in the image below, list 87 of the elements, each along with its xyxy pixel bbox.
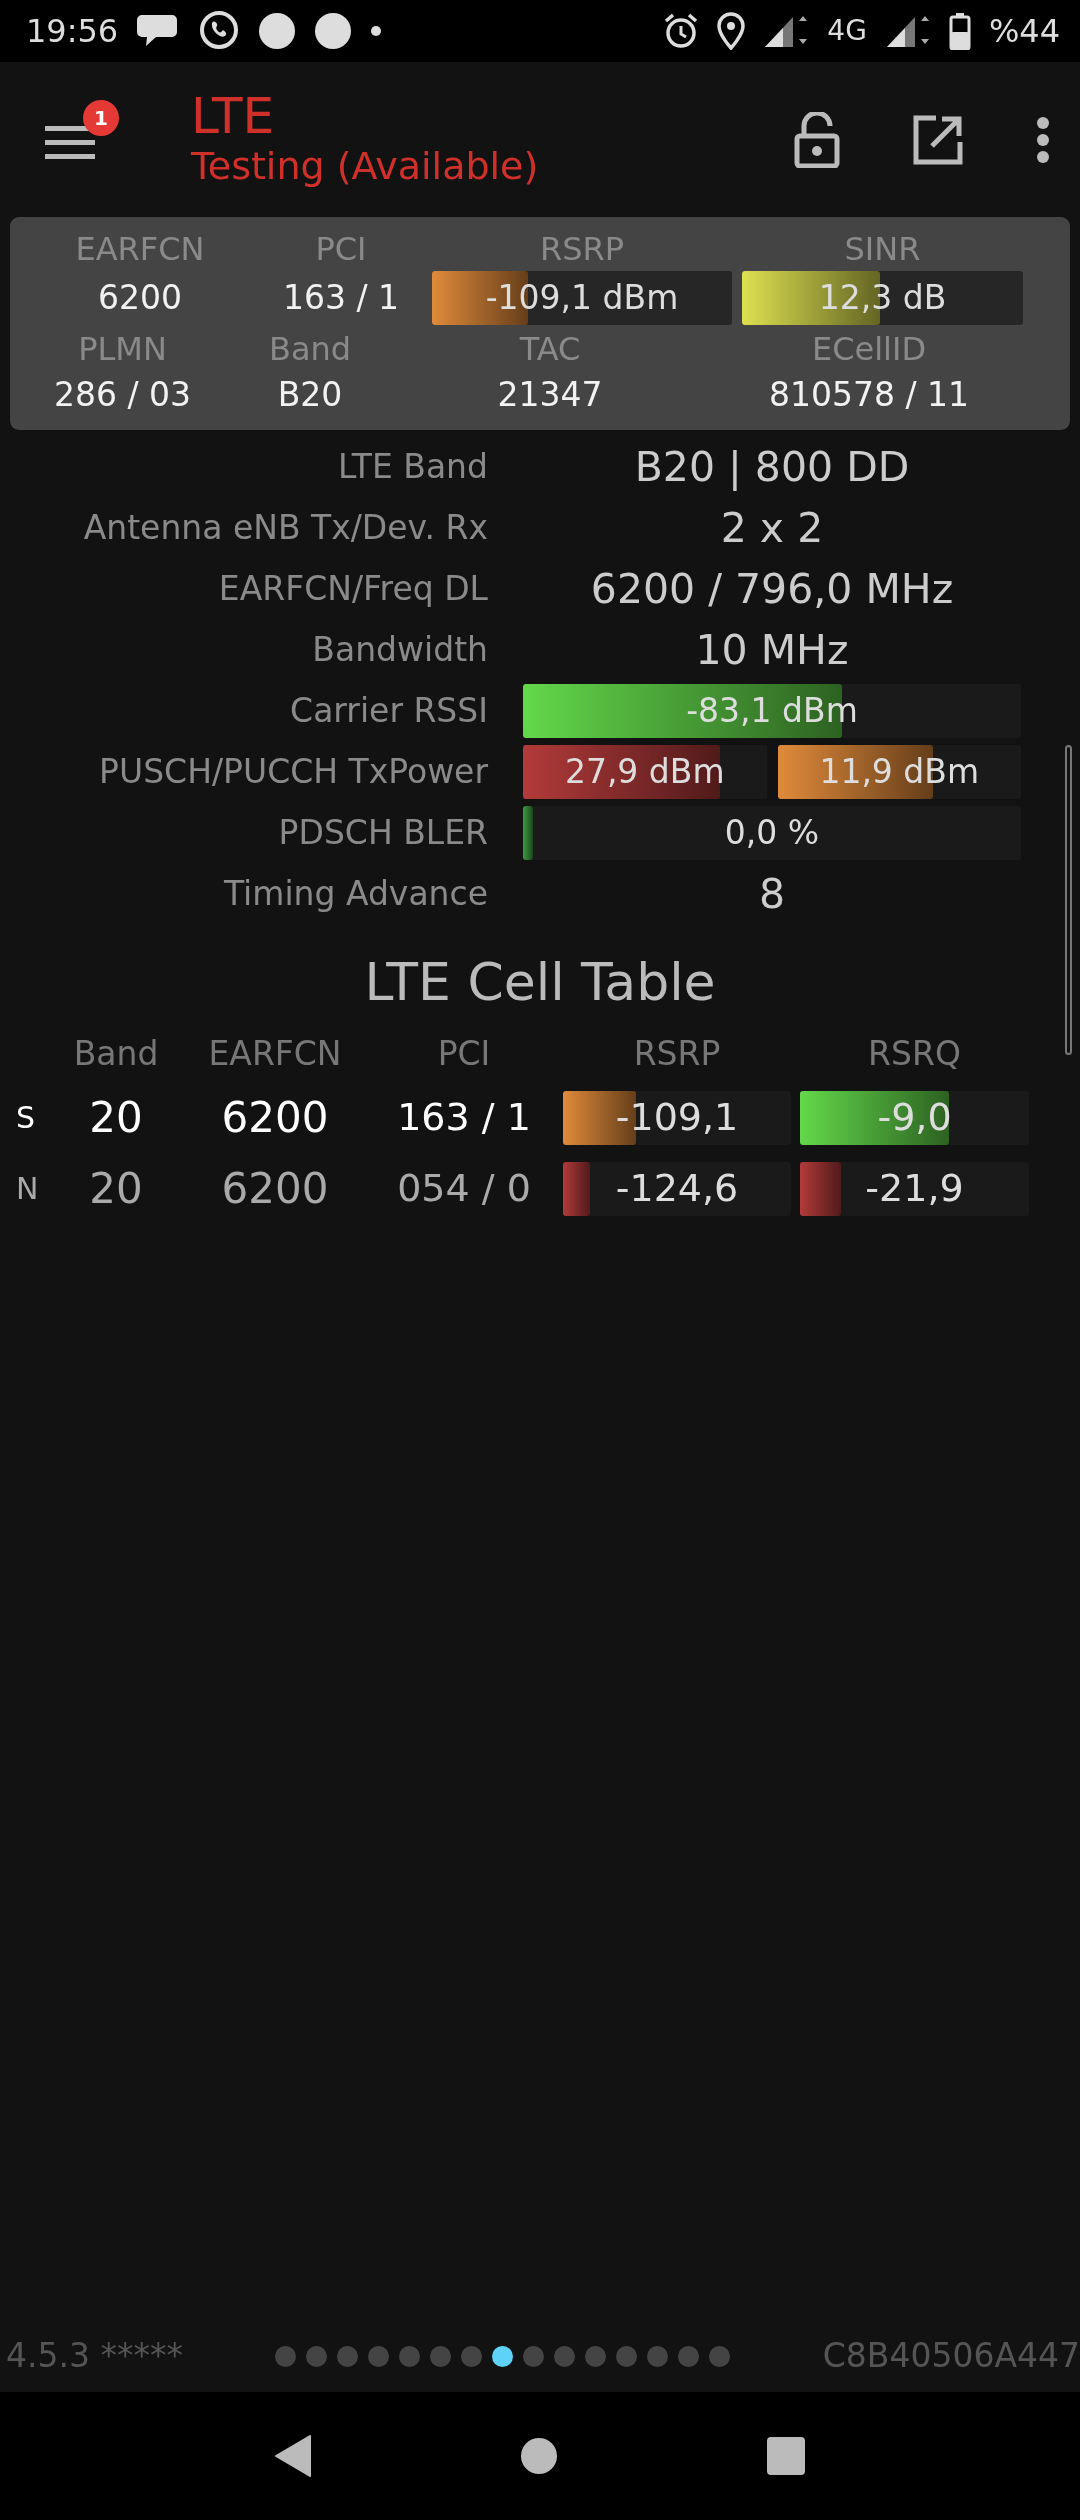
clock-time: 19:56 <box>26 11 119 52</box>
field-value: 163 / 1 <box>281 276 401 319</box>
meter-reading: 12,3 dB <box>818 276 947 319</box>
network-type: 4G <box>827 13 867 49</box>
version-label: 4.5.3 ***** <box>6 2335 183 2378</box>
screen-subtitle: Testing (Available) <box>191 144 540 190</box>
field-label: ECellID <box>810 328 928 370</box>
detail-label: PUSCH/PUCCH TxPower <box>98 750 488 793</box>
recents-icon[interactable] <box>766 2436 806 2476</box>
table-cell-text: 163 / 1 <box>396 1094 532 1142</box>
page-dot[interactable] <box>616 2345 638 2367</box>
meter-reading: -21,9 <box>865 1165 964 1213</box>
meter-reading: -124,6 <box>615 1165 739 1213</box>
page-dot[interactable] <box>523 2345 545 2367</box>
circle-icon <box>258 12 297 50</box>
page-dot[interactable] <box>554 2345 576 2367</box>
back-icon[interactable] <box>274 2434 312 2478</box>
detail-value: 10 MHz <box>694 624 850 676</box>
detail-label: PDSCH BLER <box>277 811 488 854</box>
detail-label: Carrier RSSI <box>289 689 488 732</box>
detail-value: 6200 / 796,0 MHz <box>589 563 955 615</box>
meter-reading: -9,0 <box>877 1094 952 1142</box>
detail-label: Bandwidth <box>311 628 488 671</box>
page-dot[interactable] <box>678 2345 700 2367</box>
detail-label: EARFCN/Freq DL <box>217 567 488 610</box>
table-cell-text: 6200 <box>220 1092 330 1145</box>
location-pin-icon <box>717 12 746 50</box>
circle-icon <box>314 12 353 50</box>
phone-bubble-icon <box>198 10 241 52</box>
meter-reading: 0,0 % <box>724 811 820 854</box>
device-id: C8B40506A447 <box>822 2335 1080 2378</box>
field-value: 810578 / 11 <box>767 374 971 417</box>
screen-title: LTE <box>191 89 276 145</box>
column-header: Band <box>72 1032 160 1075</box>
table-cell-text: 6200 <box>220 1163 330 1216</box>
meter-reading: -109,1 <box>615 1094 739 1142</box>
page-dot[interactable] <box>492 2345 514 2367</box>
field-label: SINR <box>843 229 922 270</box>
detail-value: 8 <box>757 868 787 920</box>
field-label: TAC <box>518 328 582 370</box>
column-header: EARFCN <box>207 1032 343 1075</box>
notification-badge: 1 <box>83 99 119 136</box>
page-dot[interactable] <box>585 2345 607 2367</box>
table-cell-text: 20 <box>88 1092 144 1145</box>
page-dot[interactable] <box>306 2345 328 2367</box>
home-icon[interactable] <box>520 2437 558 2475</box>
meter-reading: 11,9 dBm <box>819 750 980 793</box>
table-cell-text: 054 / 0 <box>396 1165 532 1213</box>
page-dot[interactable] <box>399 2345 421 2367</box>
meter-reading: -83,1 dBm <box>686 689 858 732</box>
field-value: 21347 <box>496 374 604 417</box>
battery-level: %44 <box>988 11 1060 52</box>
page-dot[interactable] <box>275 2345 297 2367</box>
field-label: Band <box>267 328 353 370</box>
field-value: 286 / 03 <box>52 374 193 417</box>
detail-value: B20 | 800 DD <box>633 441 911 493</box>
page-dot[interactable] <box>368 2345 390 2367</box>
field-label: PCI <box>314 229 368 270</box>
detail-label: Timing Advance <box>222 872 488 915</box>
detail-label: Antenna eNB Tx/Dev. Rx <box>82 506 488 549</box>
battery-icon <box>948 12 971 50</box>
table-cell-text: 20 <box>88 1163 144 1216</box>
external-link-icon[interactable] <box>912 113 964 166</box>
lock-icon[interactable] <box>794 111 840 168</box>
detail-label: LTE Band <box>336 445 488 488</box>
cell-type: S <box>15 1099 37 1138</box>
field-label: PLMN <box>77 328 168 370</box>
field-label: EARFCN <box>74 229 206 270</box>
page-dot[interactable] <box>430 2345 452 2367</box>
meter-reading: 27,9 dBm <box>564 750 725 793</box>
column-header: RSRQ <box>867 1032 962 1075</box>
page-dot[interactable] <box>709 2345 731 2367</box>
alarm-clock-icon <box>663 13 700 49</box>
field-value: B20 <box>276 374 344 417</box>
page-dot[interactable] <box>647 2345 669 2367</box>
more-icon[interactable] <box>1036 115 1050 164</box>
menu-button[interactable]: 1 <box>45 99 135 180</box>
column-header: RSRP <box>632 1032 722 1075</box>
section-title: LTE Cell Table <box>363 950 717 1014</box>
column-header: PCI <box>436 1032 492 1075</box>
field-value: 6200 <box>97 276 183 319</box>
page-dot[interactable] <box>337 2345 359 2367</box>
dot-icon <box>370 25 383 37</box>
field-label: RSRP <box>538 229 626 270</box>
page-dot[interactable] <box>461 2345 483 2367</box>
cell-type: N <box>15 1170 40 1209</box>
detail-value: 2 x 2 <box>719 502 825 554</box>
